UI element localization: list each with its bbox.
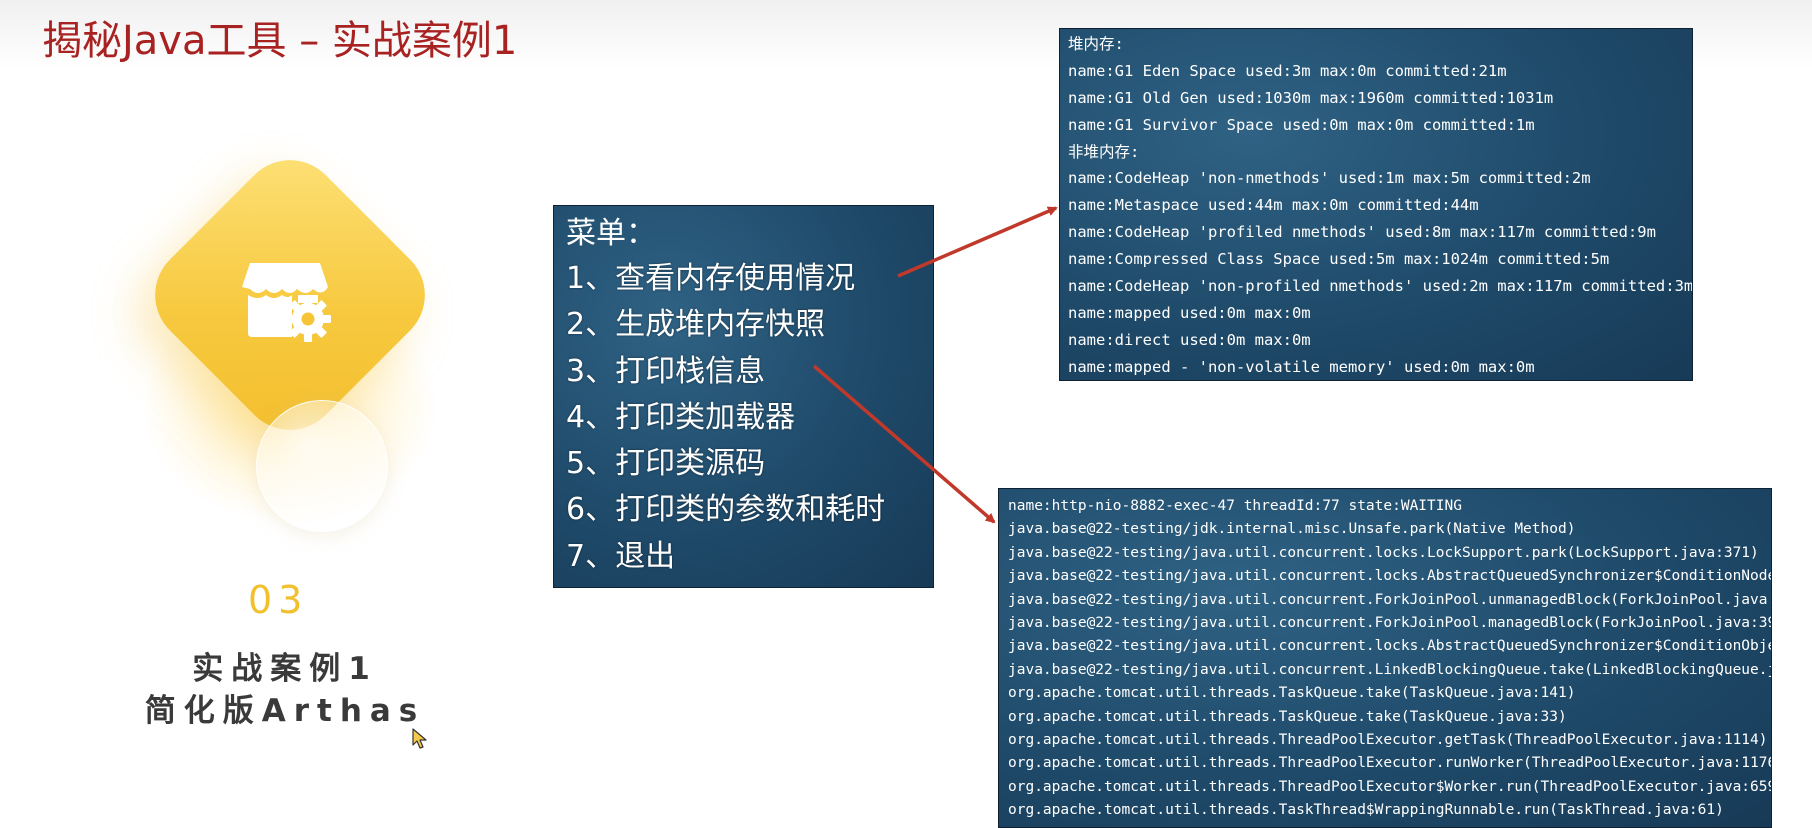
memory-line: name:CodeHeap 'non-profiled nmethods' us… bbox=[1068, 277, 1693, 296]
memory-line: 堆内存: bbox=[1068, 35, 1124, 53]
memory-line: name:mapped used:0m max:0m bbox=[1068, 303, 1311, 322]
menu-panel: 菜单： 1、查看内存使用情况 2、生成堆内存快照 3、打印栈信息 4、打印类加载… bbox=[553, 205, 934, 588]
stack-line: java.base@22-testing/java.util.concurren… bbox=[1008, 661, 1772, 678]
section-title: 实战案例1 简化版Arthas bbox=[140, 648, 430, 732]
stack-output-lines: name:http-nio-8882-exec-47 threadId:77 s… bbox=[1008, 495, 1772, 822]
section-number: 03 bbox=[248, 578, 309, 622]
stack-line: java.base@22-testing/java.util.concurren… bbox=[1008, 614, 1772, 631]
menu-item-params-timing: 6、打印类的参数和耗时 bbox=[566, 492, 886, 528]
stack-line: java.base@22-testing/java.util.concurren… bbox=[1008, 544, 1759, 561]
memory-line: name:direct used:0m max:0m bbox=[1068, 330, 1311, 349]
memory-output-panel: 堆内存: name:G1 Eden Space used:3m max:0m c… bbox=[1059, 28, 1693, 381]
memory-line: name:CodeHeap 'profiled nmethods' used:8… bbox=[1068, 223, 1656, 242]
memory-line: name:G1 Eden Space used:3m max:0m commit… bbox=[1068, 61, 1507, 80]
stack-line: java.base@22-testing/java.util.concurren… bbox=[1008, 568, 1772, 585]
menu-item-class-source: 5、打印类源码 bbox=[566, 446, 766, 482]
stack-line: java.base@22-testing/java.util.concurren… bbox=[1008, 591, 1772, 608]
stack-line: name:http-nio-8882-exec-47 threadId:77 s… bbox=[1008, 498, 1462, 514]
mouse-pointer-icon bbox=[412, 728, 427, 749]
memory-line: name:G1 Survivor Space used:0m max:0m co… bbox=[1068, 115, 1535, 134]
stack-line: java.base@22-testing/jdk.internal.misc.U… bbox=[1008, 521, 1576, 538]
menu-list: 1、查看内存使用情况 2、生成堆内存快照 3、打印栈信息 4、打印类加载器 5、… bbox=[566, 256, 885, 580]
stack-line: org.apache.tomcat.util.threads.TaskQueue… bbox=[1008, 708, 1567, 725]
memory-line: name:Compressed Class Space used:5m max:… bbox=[1068, 250, 1610, 269]
menu-item-memory-usage: 1、查看内存使用情况 bbox=[566, 261, 856, 296]
section-title-line1: 实战案例1 bbox=[192, 651, 378, 687]
memory-output-lines: 堆内存: name:G1 Eden Space used:3m max:0m c… bbox=[1068, 31, 1693, 380]
memory-line: name:CodeHeap 'non-nmethods' used:1m max… bbox=[1068, 169, 1591, 188]
menu-item-stack-info: 3、打印栈信息 bbox=[566, 353, 766, 389]
store-gear-icon bbox=[242, 263, 331, 342]
memory-line: 非堆内存: bbox=[1068, 142, 1140, 161]
menu-title: 菜单： bbox=[566, 216, 656, 251]
stack-output-panel: name:http-nio-8882-exec-47 threadId:77 s… bbox=[998, 488, 1772, 828]
menu-item-class-loader: 4、打印类加载器 bbox=[566, 399, 796, 435]
memory-line: name:mapped - 'non-volatile memory' used… bbox=[1068, 357, 1535, 376]
slide-title: 揭秘Java工具 – 实战案例1 bbox=[42, 18, 518, 64]
stack-line: org.apache.tomcat.util.threads.ThreadPoo… bbox=[1008, 731, 1768, 748]
section-title-line2: 简化版Arthas bbox=[144, 693, 426, 729]
stack-line: org.apache.tomcat.util.threads.ThreadPoo… bbox=[1008, 755, 1772, 772]
stack-line: java.base@22-testing/java.util.concurren… bbox=[1008, 638, 1772, 655]
menu-item-heap-snapshot: 2、生成堆内存快照 bbox=[566, 307, 826, 343]
stack-line: org.apache.tomcat.util.threads.ThreadPoo… bbox=[1008, 778, 1772, 795]
glass-circle bbox=[256, 400, 388, 532]
menu-item-exit: 7、退出 bbox=[566, 538, 676, 574]
stack-line: org.apache.tomcat.util.threads.TaskQueue… bbox=[1008, 685, 1576, 702]
section-card bbox=[110, 139, 446, 532]
stack-line: org.apache.tomcat.util.threads.TaskThrea… bbox=[1008, 802, 1724, 819]
memory-line: name:Metaspace used:44m max:0m committed… bbox=[1068, 196, 1479, 215]
memory-line: name:G1 Old Gen used:1030m max:1960m com… bbox=[1068, 88, 1554, 107]
